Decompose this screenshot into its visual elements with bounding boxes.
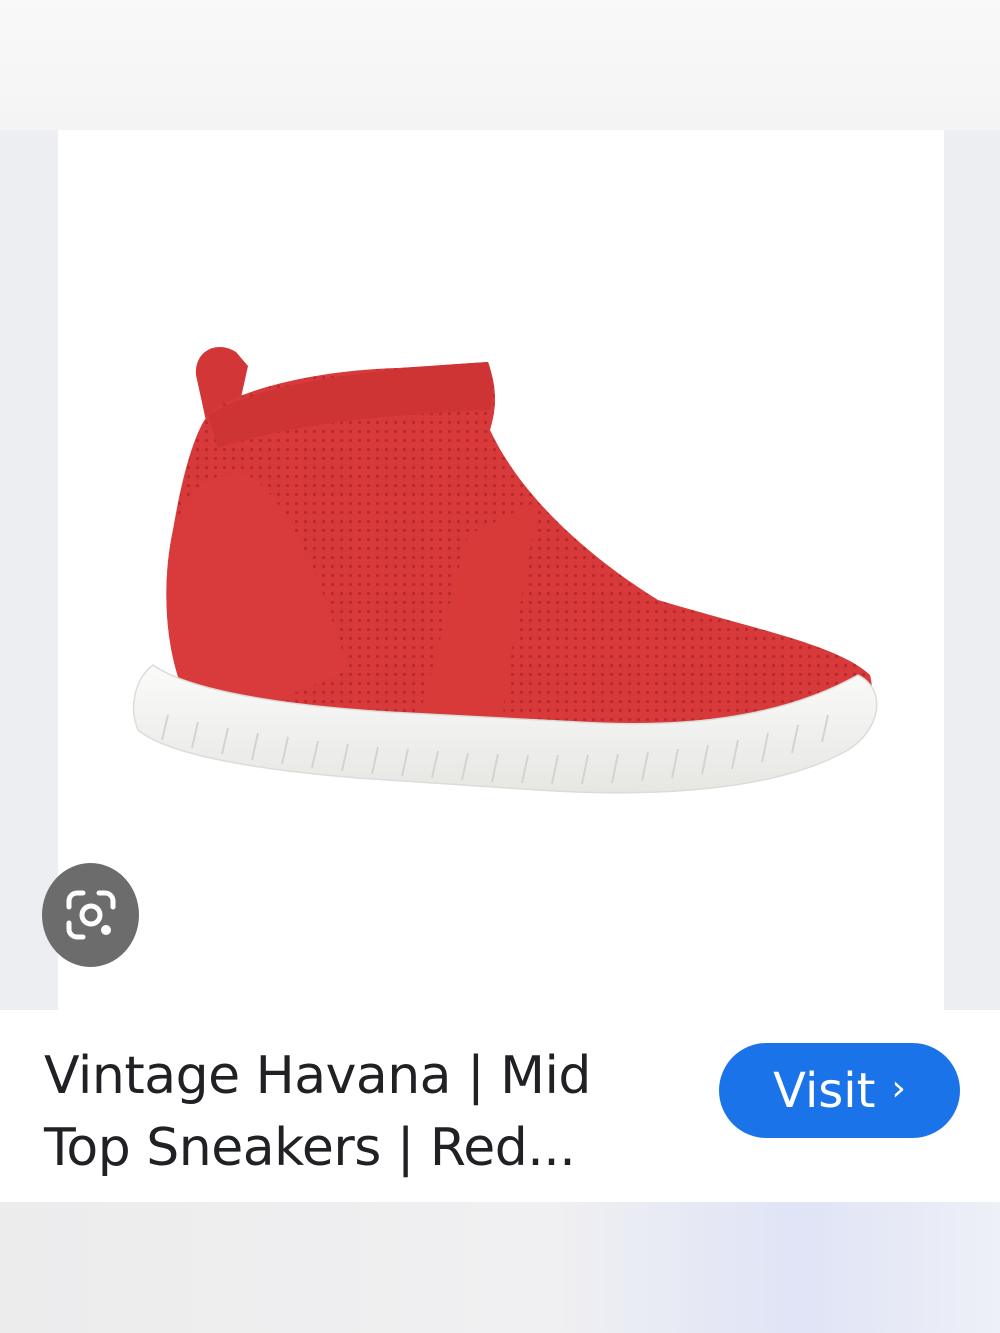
google-lens-icon — [66, 890, 115, 940]
visit-button[interactable]: Visit › — [719, 1043, 960, 1138]
visit-button-label: Visit — [773, 1062, 876, 1119]
product-title-line-1: Vintage Havana | Mid — [44, 1046, 591, 1106]
product-title[interactable]: Vintage Havana | Mid Top Sneakers | Red.… — [44, 1040, 644, 1184]
red-sneaker-illustration — [132, 346, 878, 794]
chevron-right-icon: › — [891, 1068, 906, 1109]
product-image[interactable] — [58, 130, 944, 1010]
top-background — [0, 0, 1000, 130]
google-lens-button[interactable] — [42, 863, 139, 967]
bottom-background — [0, 1202, 1000, 1333]
product-title-line-2: Top Sneakers | Red... — [44, 1118, 576, 1178]
